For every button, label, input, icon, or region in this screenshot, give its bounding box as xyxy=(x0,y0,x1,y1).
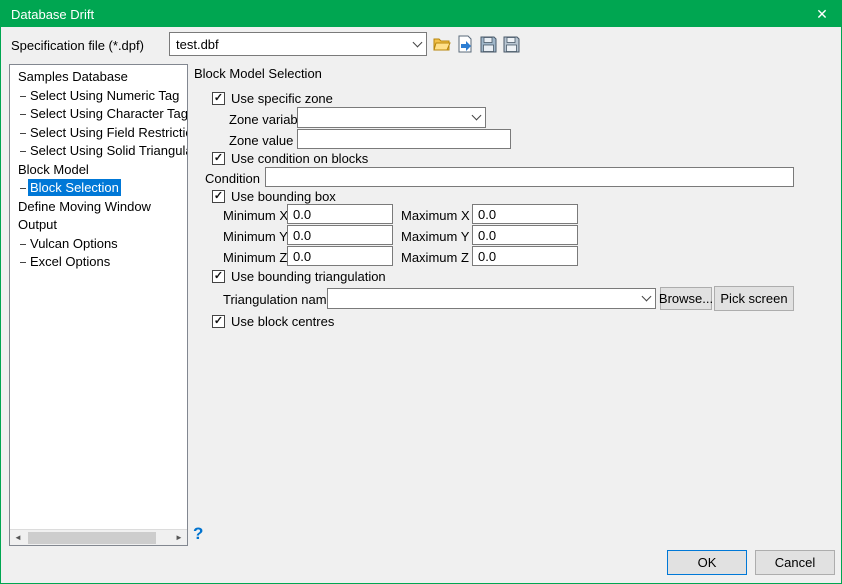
save-as-icon xyxy=(503,36,520,53)
tree-item-excel-options[interactable]: Excel Options xyxy=(10,253,187,272)
use-specific-zone-checkbox[interactable]: ✓ xyxy=(212,92,225,105)
use-block-centres-label: Use block centres xyxy=(231,314,334,329)
condition-label: Condition xyxy=(205,171,260,186)
use-bounding-box-checkbox[interactable]: ✓ xyxy=(212,190,225,203)
check-icon: ✓ xyxy=(214,271,223,282)
use-block-centres-checkbox[interactable]: ✓ xyxy=(212,315,225,328)
tree-item-select-solid-triangulation[interactable]: Select Using Solid Triangulation xyxy=(10,142,187,161)
ok-button[interactable]: OK xyxy=(667,550,747,575)
open-folder-icon xyxy=(433,36,451,52)
use-specific-zone-label: Use specific zone xyxy=(231,91,333,106)
title-bar: Database Drift ✕ xyxy=(1,1,841,27)
maximum-y-input[interactable] xyxy=(472,225,578,245)
triangulation-dropdown-button[interactable] xyxy=(637,297,655,300)
spec-file-label: Specification file (*.dpf) xyxy=(11,38,144,53)
tree-item-define-moving-window[interactable]: Define Moving Window xyxy=(10,198,187,217)
dialog-window: Database Drift ✕ Specification file (*.d… xyxy=(0,0,842,584)
use-bounding-triangulation-label: Use bounding triangulation xyxy=(231,269,386,284)
maximum-z-label: Maximum Z xyxy=(401,250,469,265)
minimum-y-input[interactable] xyxy=(287,225,393,245)
zone-variable-label: Zone variable xyxy=(229,112,308,127)
check-icon: ✓ xyxy=(214,316,223,327)
minimum-z-input[interactable] xyxy=(287,246,393,266)
spec-file-combobox[interactable]: test.dbf xyxy=(169,32,427,56)
tree-item-block-selection[interactable]: Block Selection xyxy=(10,179,187,198)
tree-item-block-model[interactable]: Block Model xyxy=(10,161,187,180)
maximum-x-label: Maximum X xyxy=(401,208,470,223)
window-title: Database Drift xyxy=(11,7,94,22)
scrollbar-thumb[interactable] xyxy=(28,532,156,544)
minimum-z-label: Minimum Z xyxy=(223,250,287,265)
cancel-button[interactable]: Cancel xyxy=(755,550,835,575)
minimum-x-label: Minimum X xyxy=(223,208,288,223)
scroll-left-icon[interactable]: ◄ xyxy=(10,530,26,546)
tree-item-vulcan-options[interactable]: Vulcan Options xyxy=(10,235,187,254)
maximum-y-label: Maximum Y xyxy=(401,229,469,244)
use-condition-checkbox[interactable]: ✓ xyxy=(212,152,225,165)
chevron-down-icon xyxy=(641,292,651,302)
maximum-x-input[interactable] xyxy=(472,204,578,224)
tree-horizontal-scrollbar[interactable]: ◄ ► xyxy=(10,529,187,545)
tree-item-select-field-restriction[interactable]: Select Using Field Restriction xyxy=(10,124,187,143)
zone-variable-dropdown-button[interactable] xyxy=(467,116,485,119)
chevron-down-icon xyxy=(412,37,422,47)
navigation-tree: Samples Database Select Using Numeric Ta… xyxy=(9,64,188,546)
tree-item-select-numeric-tag[interactable]: Select Using Numeric Tag xyxy=(10,87,187,106)
import-file-button[interactable] xyxy=(456,35,474,53)
check-icon: ✓ xyxy=(214,153,223,164)
zone-value-label: Zone value xyxy=(229,133,293,148)
use-bounding-triangulation-row: ✓ Use bounding triangulation xyxy=(212,269,386,284)
minimum-y-label: Minimum Y xyxy=(223,229,288,244)
browse-button[interactable]: Browse... xyxy=(660,287,712,310)
triangulation-name-label: Triangulation name xyxy=(223,292,334,307)
use-bounding-box-label: Use bounding box xyxy=(231,189,336,204)
import-file-icon xyxy=(457,35,473,53)
minimum-x-input[interactable] xyxy=(287,204,393,224)
use-bounding-triangulation-checkbox[interactable]: ✓ xyxy=(212,270,225,283)
maximum-z-input[interactable] xyxy=(472,246,578,266)
use-bounding-box-row: ✓ Use bounding box xyxy=(212,189,336,204)
zone-value-input[interactable] xyxy=(297,129,511,149)
tree-item-output[interactable]: Output xyxy=(10,216,187,235)
close-button[interactable]: ✕ xyxy=(803,1,841,27)
save-icon xyxy=(480,36,497,53)
save-as-button[interactable] xyxy=(502,35,520,53)
check-icon: ✓ xyxy=(214,93,223,104)
open-folder-button[interactable] xyxy=(433,35,451,53)
chevron-down-icon xyxy=(471,111,481,121)
help-button[interactable]: ? xyxy=(193,524,203,544)
spec-file-value: test.dbf xyxy=(170,37,408,52)
use-block-centres-row: ✓ Use block centres xyxy=(212,314,334,329)
tree-item-samples-database[interactable]: Samples Database xyxy=(10,68,187,87)
use-condition-row: ✓ Use condition on blocks xyxy=(212,151,368,166)
scroll-right-icon[interactable]: ► xyxy=(171,530,187,546)
triangulation-name-combobox[interactable] xyxy=(327,288,656,309)
check-icon: ✓ xyxy=(214,191,223,202)
use-condition-label: Use condition on blocks xyxy=(231,151,368,166)
tree-item-select-character-tag[interactable]: Select Using Character Tag xyxy=(10,105,187,124)
save-button[interactable] xyxy=(479,35,497,53)
pick-screen-button[interactable]: Pick screen xyxy=(714,286,794,311)
spec-file-dropdown-button[interactable] xyxy=(408,43,426,46)
condition-input[interactable] xyxy=(265,167,794,187)
zone-variable-combobox[interactable] xyxy=(297,107,486,128)
close-icon: ✕ xyxy=(816,6,828,23)
panel-title: Block Model Selection xyxy=(194,66,322,81)
use-specific-zone-row: ✓ Use specific zone xyxy=(212,91,333,106)
